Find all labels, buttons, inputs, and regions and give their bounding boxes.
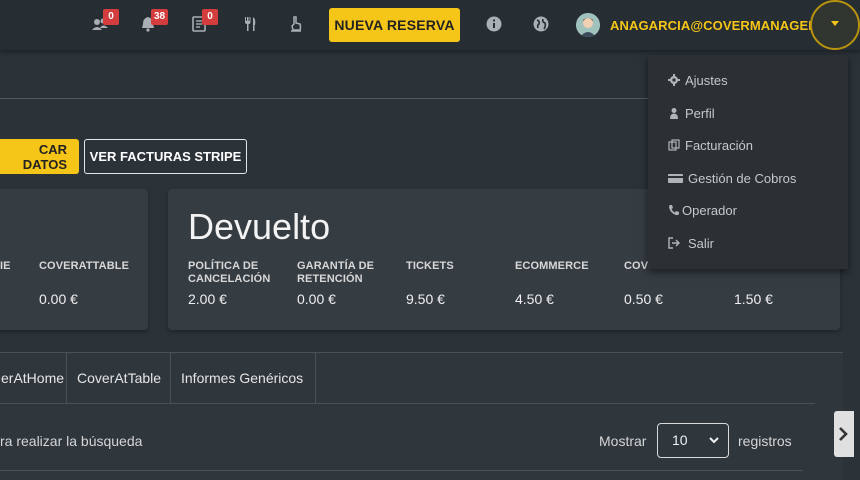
- caret-down-icon: [831, 21, 839, 26]
- menu-item-label: Gestión de Cobros: [688, 170, 797, 186]
- column-label: TICKETS: [406, 260, 454, 272]
- sign-out-icon: [668, 237, 680, 249]
- menu-item-salir[interactable]: Salir: [668, 233, 714, 253]
- user-icon: [668, 107, 680, 119]
- cutlery-icon-glyph: [245, 17, 256, 31]
- side-panel-toggle[interactable]: [834, 411, 854, 457]
- chevron-down-icon: [709, 437, 719, 444]
- column-label: COVERATTABLE: [39, 260, 130, 272]
- info-circle-icon-glyph: [486, 16, 502, 32]
- column-label: IE: [0, 260, 11, 272]
- tab-informes-genericos[interactable]: Informes Genéricos: [171, 353, 316, 403]
- show-label: Mostrar: [599, 433, 647, 449]
- globe-icon-glyph: [533, 16, 549, 32]
- groups-badge: 0: [103, 9, 119, 25]
- search-data-button[interactable]: CAR DATOS: [0, 139, 79, 174]
- tasks-icon[interactable]: 0: [189, 9, 218, 35]
- tasks-badge: 0: [202, 9, 218, 25]
- column-value: 2.00 €: [188, 291, 227, 307]
- bell-icon[interactable]: 38: [138, 9, 169, 35]
- reports-panel: erAtHome CoverAtTable Informes Genéricos…: [0, 352, 843, 480]
- hand-bell-icon-glyph: [291, 16, 302, 32]
- column-label: ECOMMERCE: [515, 260, 589, 272]
- cutlery-icon[interactable]: [240, 13, 260, 35]
- info-icon[interactable]: [484, 13, 504, 35]
- column-label: POLÍTICA DE CANCELACIÓN: [188, 260, 271, 285]
- menu-item-label: Perfil: [685, 105, 715, 121]
- menu-item-label: Salir: [688, 235, 715, 251]
- menu-item-label: Ajustes: [685, 72, 728, 88]
- gear-icon: [668, 74, 680, 86]
- records-label: registros: [738, 433, 792, 449]
- menu-item-facturacion[interactable]: Facturación: [668, 135, 753, 155]
- menu-item-label: Operador: [682, 202, 737, 218]
- service-bell-icon[interactable]: [286, 13, 306, 35]
- menu-item-perfil[interactable]: Perfil: [668, 103, 715, 123]
- column-value: 0.00 €: [297, 291, 336, 307]
- avatar-glyph: [576, 13, 600, 37]
- tab-coverattable[interactable]: CoverAtTable: [67, 353, 171, 403]
- stripe-invoices-button[interactable]: VER FACTURAS STRIPE: [84, 139, 247, 174]
- user-menu-toggle[interactable]: [810, 0, 860, 50]
- top-bar: 0 38 0 NUEVA RESERVA ANAGARCIA@COVERMANA…: [0, 0, 860, 50]
- tab-coverathome[interactable]: erAtHome: [0, 353, 67, 403]
- new-reservation-button[interactable]: NUEVA RESERVA: [329, 8, 460, 42]
- menu-item-operador[interactable]: Operador: [668, 200, 737, 220]
- column-value: 1.50 €: [734, 291, 773, 307]
- credit-card-icon: [668, 172, 683, 184]
- user-dropdown-menu: Ajustes Perfil Facturación Gestión de Co…: [648, 55, 848, 269]
- phone-icon: [668, 204, 679, 216]
- column-value: 0.00 €: [39, 291, 78, 307]
- column-value: 0.50 €: [624, 291, 663, 307]
- chevron-right-icon: [839, 427, 848, 441]
- page-size-value: 10: [672, 432, 688, 448]
- tabs-divider: [0, 403, 815, 404]
- column-label: GARANTÍA DE RETENCIÓN: [297, 260, 375, 285]
- column-value: 9.50 €: [406, 291, 445, 307]
- notifications-badge: 38: [151, 9, 169, 25]
- globe-icon[interactable]: [531, 13, 551, 35]
- table-divider: [0, 470, 803, 471]
- copy-icon: [668, 139, 680, 151]
- menu-item-ajustes[interactable]: Ajustes: [668, 70, 728, 90]
- column-value: 4.50 €: [515, 291, 554, 307]
- menu-item-gestion-cobros[interactable]: Gestión de Cobros: [668, 168, 796, 188]
- groups-icon[interactable]: 0: [90, 9, 119, 35]
- search-hint: ra realizar la búsqueda: [0, 433, 143, 449]
- page-size-select[interactable]: 10: [657, 423, 729, 458]
- avatar: [576, 13, 600, 37]
- card-title: Devuelto: [188, 206, 331, 247]
- summary-card-left: IE COVERATTABLE 0.00 €: [0, 189, 148, 330]
- menu-item-label: Facturación: [685, 137, 753, 153]
